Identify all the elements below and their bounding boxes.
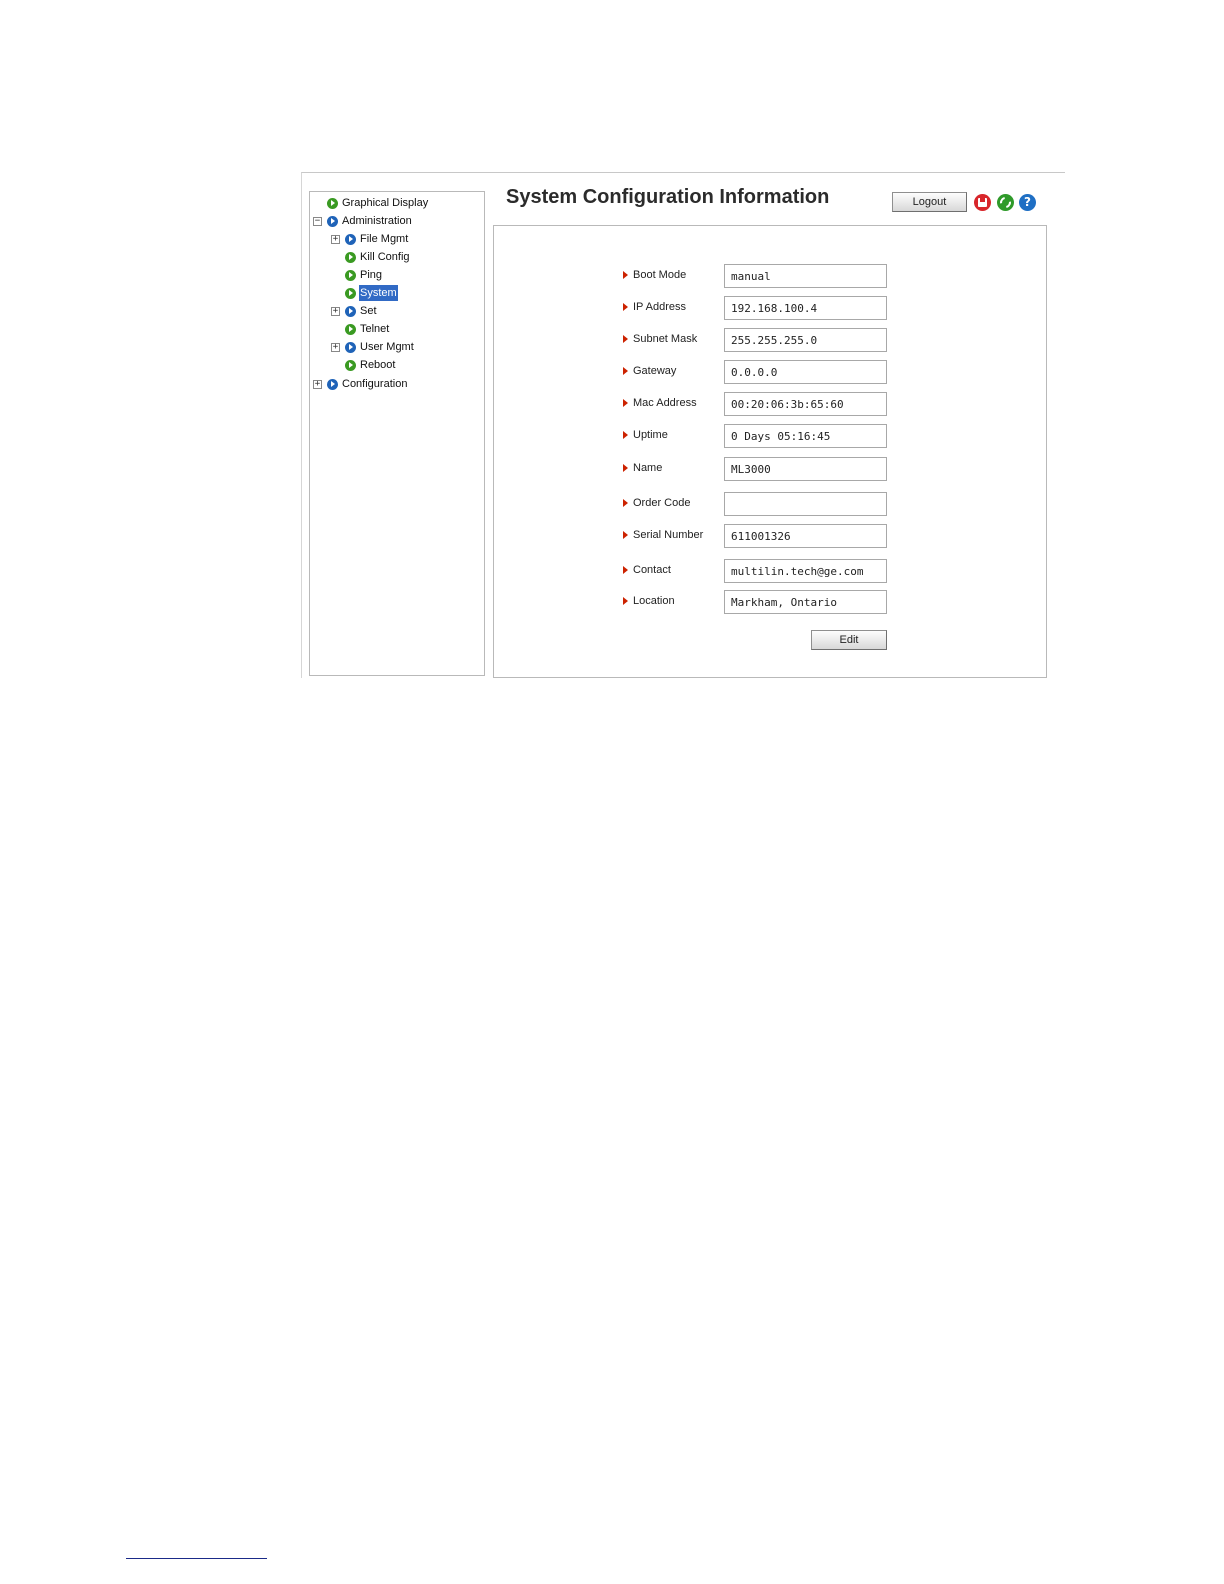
- field-label: Mac Address: [623, 397, 697, 409]
- nav-item-label[interactable]: Telnet: [359, 321, 390, 337]
- nav-item-label[interactable]: System: [359, 285, 398, 301]
- logout-button[interactable]: Logout: [892, 192, 967, 212]
- nav-item-reboot[interactable]: Reboot: [331, 357, 396, 373]
- arrow-bullet-icon: [345, 233, 356, 245]
- nav-item-label[interactable]: Graphical Display: [341, 195, 429, 211]
- field-label: Name: [623, 462, 662, 474]
- field-value: 255.255.255.0: [724, 328, 887, 352]
- arrow-bullet-icon: [345, 359, 356, 371]
- nav-item-label[interactable]: Configuration: [341, 376, 408, 392]
- page-title: System Configuration Information: [506, 186, 830, 208]
- field-label: IP Address: [623, 301, 686, 313]
- field-label: Location: [623, 595, 675, 607]
- nav-item-kill-config[interactable]: Kill Config: [331, 249, 411, 265]
- nav-item-administration[interactable]: − Administration: [313, 213, 413, 229]
- field-value: manual: [724, 264, 887, 288]
- nav-item-telnet[interactable]: Telnet: [331, 321, 390, 337]
- field-value: 0.0.0.0: [724, 360, 887, 384]
- field-label: Serial Number: [623, 529, 703, 541]
- field-value: 192.168.100.4: [724, 296, 887, 320]
- arrow-bullet-icon: [345, 305, 356, 317]
- field-value: 0 Days 05:16:45: [724, 424, 887, 448]
- nav-item-file-mgmt[interactable]: + File Mgmt: [331, 231, 409, 247]
- expand-icon[interactable]: +: [331, 306, 340, 316]
- nav-item-label[interactable]: Set: [359, 303, 378, 319]
- nav-item-user-mgmt[interactable]: + User Mgmt: [331, 339, 415, 355]
- nav-item-system[interactable]: System: [331, 285, 398, 301]
- help-icon[interactable]: ?: [1019, 194, 1036, 211]
- arrow-bullet-icon: [345, 323, 356, 335]
- expand-icon[interactable]: +: [331, 234, 340, 244]
- field-label: Subnet Mask: [623, 333, 697, 345]
- arrow-bullet-icon: [345, 269, 356, 281]
- nav-item-label[interactable]: User Mgmt: [359, 339, 415, 355]
- nav-item-label[interactable]: Reboot: [359, 357, 396, 373]
- nav-item-ping[interactable]: Ping: [331, 267, 383, 283]
- edit-button[interactable]: Edit: [811, 630, 887, 650]
- save-icon[interactable]: [974, 194, 991, 211]
- expand-icon[interactable]: +: [313, 379, 322, 389]
- nav-item-label[interactable]: File Mgmt: [359, 231, 409, 247]
- nav-item-configuration[interactable]: + Configuration: [313, 376, 408, 392]
- arrow-bullet-icon: [345, 341, 356, 353]
- field-value: multilin.tech@ge.com: [724, 559, 887, 583]
- nav-item-label[interactable]: Administration: [341, 213, 413, 229]
- field-value: 611001326: [724, 524, 887, 548]
- field-label: Gateway: [623, 365, 676, 377]
- arrow-bullet-icon: [327, 378, 338, 390]
- field-label: Boot Mode: [623, 269, 686, 281]
- nav-item-label[interactable]: Ping: [359, 267, 383, 283]
- nav-item-graphical-display[interactable]: Graphical Display: [313, 195, 429, 211]
- expand-icon[interactable]: +: [331, 342, 340, 352]
- field-value: [724, 492, 887, 516]
- arrow-bullet-icon: [345, 251, 356, 263]
- field-value: Markham, Ontario: [724, 590, 887, 614]
- arrow-bullet-icon: [327, 215, 338, 227]
- arrow-bullet-icon: [345, 287, 356, 299]
- arrow-bullet-icon: [327, 197, 338, 209]
- field-label: Order Code: [623, 497, 690, 509]
- nav-item-label[interactable]: Kill Config: [359, 249, 411, 265]
- nav-item-set[interactable]: + Set: [331, 303, 378, 319]
- refresh-icon[interactable]: [997, 194, 1014, 211]
- footer-link-underline: [126, 1558, 267, 1559]
- field-label: Uptime: [623, 429, 668, 441]
- collapse-icon[interactable]: −: [313, 216, 322, 226]
- field-value: ML3000: [724, 457, 887, 481]
- field-value: 00:20:06:3b:65:60: [724, 392, 887, 416]
- field-label: Contact: [623, 564, 671, 576]
